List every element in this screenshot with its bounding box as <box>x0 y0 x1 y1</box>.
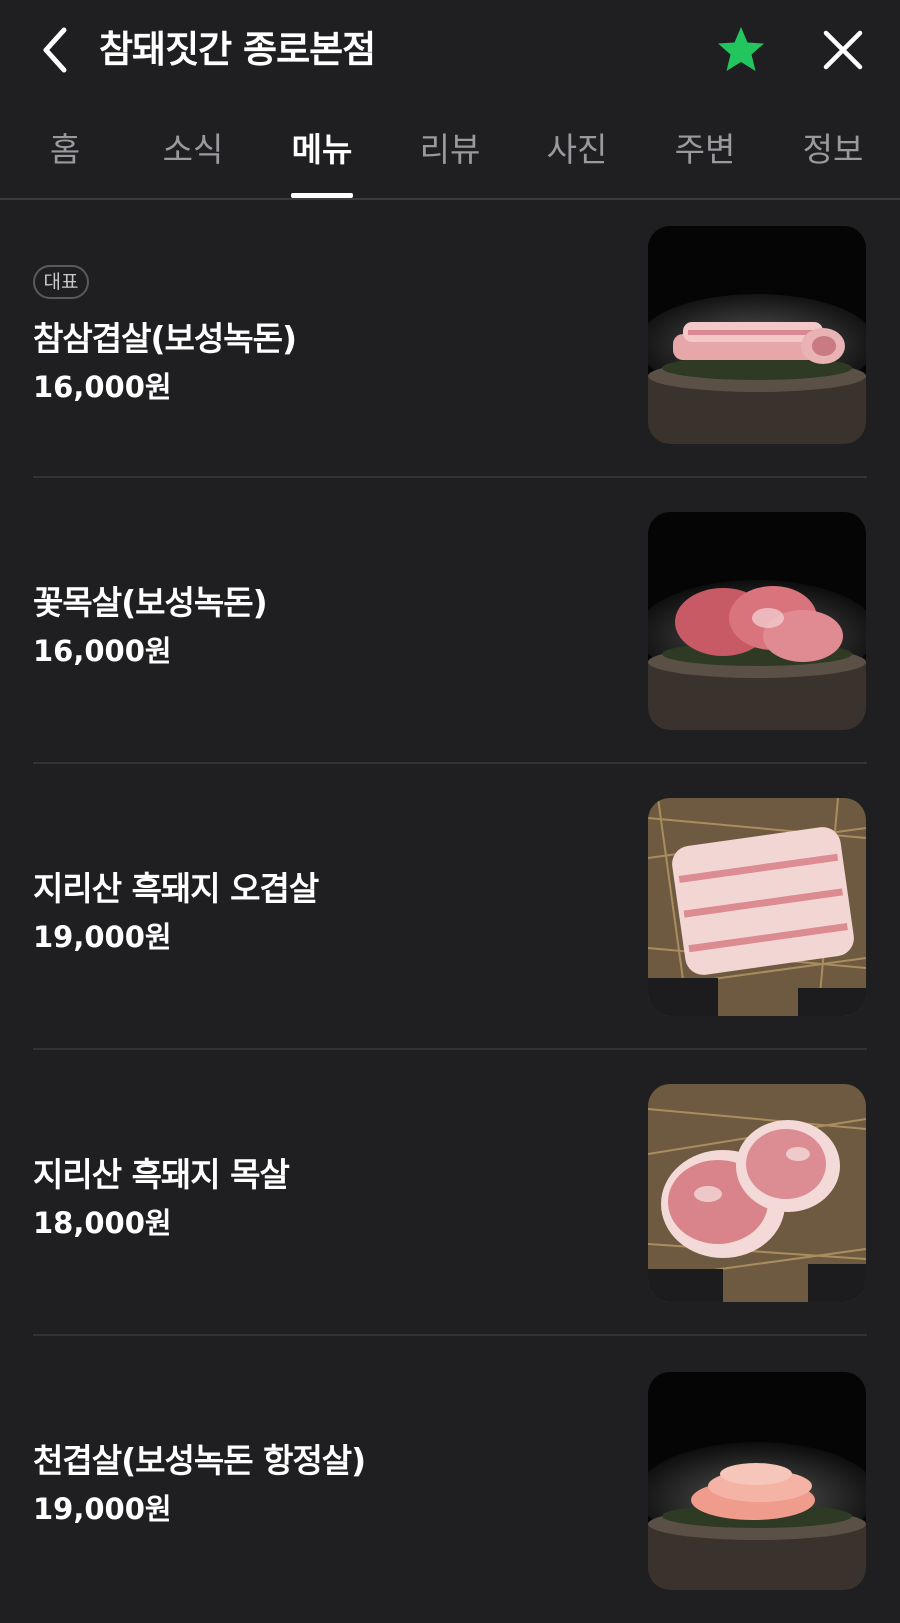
menu-item-name: 꽃목살(보성녹돈) <box>33 583 268 622</box>
menu-item-price: 16,000원 <box>33 370 172 404</box>
menu-item-price: 19,000원 <box>33 920 172 954</box>
menu-item[interactable]: 지리산 흑돼지 목살 18,000원 <box>0 1050 900 1336</box>
page-title: 참돼짓간 종로본점 <box>99 28 376 71</box>
close-icon <box>823 30 863 70</box>
signature-badge: 대표 <box>33 265 89 299</box>
tab-news[interactable]: 소식 <box>138 108 248 198</box>
menu-item-photo[interactable] <box>648 512 866 730</box>
star-icon <box>718 27 764 71</box>
tab-menu[interactable]: 메뉴 <box>267 108 377 198</box>
menu-item-name: 참삼겹살(보성녹돈) <box>33 319 297 358</box>
tab-photos[interactable]: 사진 <box>522 108 632 198</box>
menu-item-photo[interactable] <box>648 798 866 1016</box>
menu-item-photo[interactable] <box>648 1372 866 1590</box>
header-bar: 참돼짓간 종로본점 <box>0 0 900 100</box>
tab-info[interactable]: 정보 <box>778 108 888 198</box>
menu-item[interactable]: 천겹살(보성녹돈 항정살) 19,000원 <box>0 1336 900 1622</box>
menu-item-name: 지리산 흑돼지 목살 <box>33 1155 290 1194</box>
menu-item-price: 19,000원 <box>33 1492 172 1526</box>
menu-item-name: 지리산 흑돼지 오겹살 <box>33 869 319 908</box>
menu-item-photo[interactable] <box>648 226 866 444</box>
tab-nearby[interactable]: 주변 <box>650 108 760 198</box>
tab-bar: 홈 소식 메뉴 리뷰 사진 주변 정보 <box>0 108 900 200</box>
menu-item-price: 18,000원 <box>33 1206 172 1240</box>
menu-item[interactable]: 꽃목살(보성녹돈) 16,000원 <box>0 478 900 764</box>
menu-item-price: 16,000원 <box>33 634 172 668</box>
favorite-button[interactable] <box>713 22 769 78</box>
menu-item-photo[interactable] <box>648 1084 866 1302</box>
tab-home[interactable]: 홈 <box>10 108 120 198</box>
close-button[interactable] <box>815 22 871 78</box>
menu-item-name: 천겹살(보성녹돈 항정살) <box>33 1441 366 1480</box>
chevron-left-icon <box>43 27 67 73</box>
menu-item[interactable]: 지리산 흑돼지 오겹살 19,000원 <box>0 764 900 1050</box>
back-button[interactable] <box>30 20 80 80</box>
menu-item[interactable]: 대표 참삼겹살(보성녹돈) 16,000원 <box>0 192 900 478</box>
tab-reviews[interactable]: 리뷰 <box>395 108 505 198</box>
